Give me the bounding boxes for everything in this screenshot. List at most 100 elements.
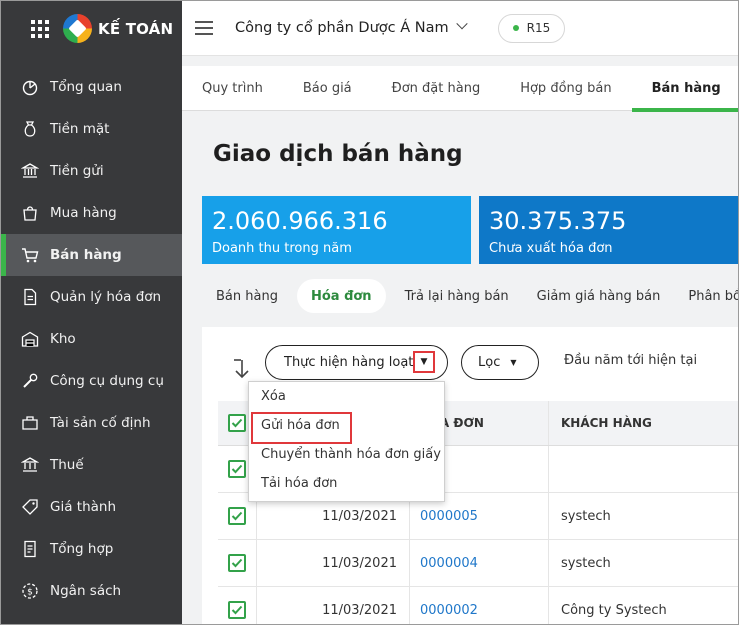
row-customer	[549, 446, 738, 492]
revenue-amount: 2.060.966.316	[212, 207, 388, 235]
price-tag-icon	[21, 498, 39, 516]
module-tabs: Quy trình Báo giá Đơn đặt hàng Hợp đồng …	[182, 66, 738, 112]
filter-label: Lọc	[478, 355, 501, 370]
sidebar-item-cong-cu-dung-cu[interactable]: Công cụ dụng cụ	[1, 360, 182, 402]
caret-down-icon: ▼	[510, 358, 517, 367]
brand-name: KẾ TOÁN	[98, 19, 174, 38]
subtab-giam-gia-hang-ban[interactable]: Giảm giá hàng bán	[523, 279, 675, 313]
caret-down-icon[interactable]: ▼	[413, 351, 435, 373]
sidebar-item-label: Tiền gửi	[50, 163, 104, 179]
uninvoiced-label: Chưa xuất hóa đơn	[489, 241, 613, 256]
sidebar-item-thue[interactable]: Thuế	[1, 444, 182, 486]
topbar: Công ty cổ phần Dược Á Nam R15	[182, 1, 738, 56]
invoice-icon	[21, 288, 39, 306]
shopping-bag-icon	[21, 204, 39, 222]
sidebar-item-tai-san-co-dinh[interactable]: Tài sản cố định	[1, 402, 182, 444]
sidebar-item-tien-mat[interactable]: Tiền mặt	[1, 108, 182, 150]
row-date: 11/03/2021	[257, 587, 410, 624]
sort-arrow-icon[interactable]	[232, 358, 252, 380]
sub-tabs: Bán hàng Hóa đơn Trả lại hàng bán Giảm g…	[202, 279, 738, 313]
revenue-label: Doanh thu trong năm	[212, 241, 352, 256]
svg-text:$: $	[27, 588, 33, 598]
status-dot	[512, 25, 519, 31]
version-label: R15	[526, 21, 551, 35]
tab-ban-hang[interactable]: Bán hàng	[631, 66, 738, 112]
row-checkbox[interactable]	[228, 601, 246, 619]
app-grid-icon[interactable]	[31, 19, 49, 38]
sidebar-item-ban-hang[interactable]: Bán hàng	[1, 234, 182, 276]
sidebar-item-quan-ly-hoa-don[interactable]: Quản lý hóa đơn	[1, 276, 182, 318]
sidebar-item-gia-thanh[interactable]: Giá thành	[1, 486, 182, 528]
tab-don-dat-hang[interactable]: Đơn đặt hàng	[372, 66, 501, 111]
row-date: 11/03/2021	[257, 540, 410, 586]
select-all-checkbox[interactable]	[228, 414, 246, 432]
tab-hop-dong-ban[interactable]: Hợp đồng bán	[500, 66, 631, 111]
sidebar-item-label: Tổng quan	[50, 79, 122, 95]
asset-icon	[21, 414, 39, 432]
page-title: Giao dịch bán hàng	[213, 141, 463, 167]
menu-item-tai-hoa-don[interactable]: Tải hóa đơn	[249, 469, 444, 498]
row-checkbox[interactable]	[228, 507, 246, 525]
uninvoiced-card[interactable]: 30.375.375 Chưa xuất hóa đơn	[479, 196, 738, 264]
app-window: KẾ TOÁN Tổng quan Tiền mặt Tiền gửi Mua …	[0, 0, 739, 625]
menu-icon[interactable]	[195, 21, 213, 35]
row-check-cell	[218, 587, 257, 624]
sidebar-item-label: Tiền mặt	[50, 121, 110, 137]
money-bag-icon	[21, 120, 39, 138]
menu-item-chuyen-hoa-don-giay[interactable]: Chuyển thành hóa đơn giấy	[249, 440, 444, 469]
revenue-card[interactable]: 2.060.966.316 Doanh thu trong năm	[202, 196, 471, 264]
sidebar-item-label: Giá thành	[50, 499, 117, 515]
sidebar-item-label: Mua hàng	[50, 205, 117, 221]
sidebar-item-label: Thuế	[50, 457, 84, 473]
row-customer: Công ty Systech	[561, 602, 667, 618]
subtab-hoa-don[interactable]: Hóa đơn	[296, 279, 386, 313]
tools-icon	[21, 372, 39, 390]
subtab-ban-hang[interactable]: Bán hàng	[202, 279, 292, 313]
table-row[interactable]: 11/03/2021 0000002 Công ty Systech	[218, 587, 738, 624]
row-invoice-link[interactable]: 0000002	[410, 587, 549, 624]
menu-item-xoa[interactable]: Xóa	[249, 382, 444, 411]
bulk-action-label: Thực hiện hàng loạt	[284, 355, 414, 370]
sidebar-item-label: Kho	[50, 331, 76, 347]
sidebar-item-ngan-sach[interactable]: $ Ngân sách	[1, 570, 182, 612]
row-invoice-link[interactable]: 0000004	[410, 540, 549, 586]
subtab-tra-lai-hang-ban[interactable]: Trả lại hàng bán	[391, 279, 523, 313]
date-range-select[interactable]: Đầu năm tới hiện tại	[564, 353, 697, 368]
sidebar-item-kho[interactable]: Kho	[1, 318, 182, 360]
brand-bar: KẾ TOÁN	[1, 1, 182, 56]
sidebar-item-tong-hop[interactable]: Tổng hợp	[1, 528, 182, 570]
sidebar-item-label: Công cụ dụng cụ	[50, 373, 164, 389]
menu-item-gui-hoa-don[interactable]: Gửi hóa đơn	[249, 411, 444, 444]
row-checkbox[interactable]	[228, 460, 246, 478]
row-customer: systech	[561, 555, 611, 571]
company-name: Công ty cổ phần Dược Á Nam	[235, 20, 449, 36]
subtab-phan-bo[interactable]: Phân bổ	[674, 279, 738, 313]
row-checkbox[interactable]	[228, 554, 246, 572]
company-selector[interactable]: Công ty cổ phần Dược Á Nam	[235, 18, 468, 36]
sidebar-item-tong-quan[interactable]: Tổng quan	[1, 66, 182, 108]
cart-icon	[21, 246, 39, 264]
table-row[interactable]: 11/03/2021 0000004 systech	[218, 540, 738, 587]
chevron-down-icon	[455, 18, 468, 30]
sidebar-item-label: Tổng hợp	[50, 541, 114, 557]
tab-bao-gia[interactable]: Báo giá	[283, 66, 372, 111]
row-check-cell	[218, 540, 257, 586]
sidebar-item-label: Bán hàng	[50, 247, 122, 263]
sidebar-item-tien-gui[interactable]: Tiền gửi	[1, 150, 182, 192]
customer-header[interactable]: KHÁCH HÀNG	[549, 401, 738, 445]
tab-quy-trinh[interactable]: Quy trình	[182, 66, 283, 111]
uninvoiced-amount: 30.375.375	[489, 207, 627, 235]
sidebar-item-label: Tài sản cố định	[50, 415, 151, 431]
warehouse-icon	[21, 330, 39, 348]
version-badge: R15	[497, 13, 566, 43]
filter-button[interactable]: Lọc ▼	[461, 345, 539, 380]
summary-icon	[21, 540, 39, 558]
sidebar-item-label: Quản lý hóa đơn	[50, 289, 162, 305]
sidebar-item-label: Ngân sách	[50, 583, 122, 599]
tax-icon	[21, 456, 39, 474]
brand-logo	[63, 14, 92, 43]
sidebar-nav: Tổng quan Tiền mặt Tiền gửi Mua hàng Bán…	[1, 56, 182, 612]
sidebar-item-mua-hang[interactable]: Mua hàng	[1, 192, 182, 234]
row-customer: systech	[561, 508, 611, 524]
budget-icon: $	[21, 582, 39, 600]
